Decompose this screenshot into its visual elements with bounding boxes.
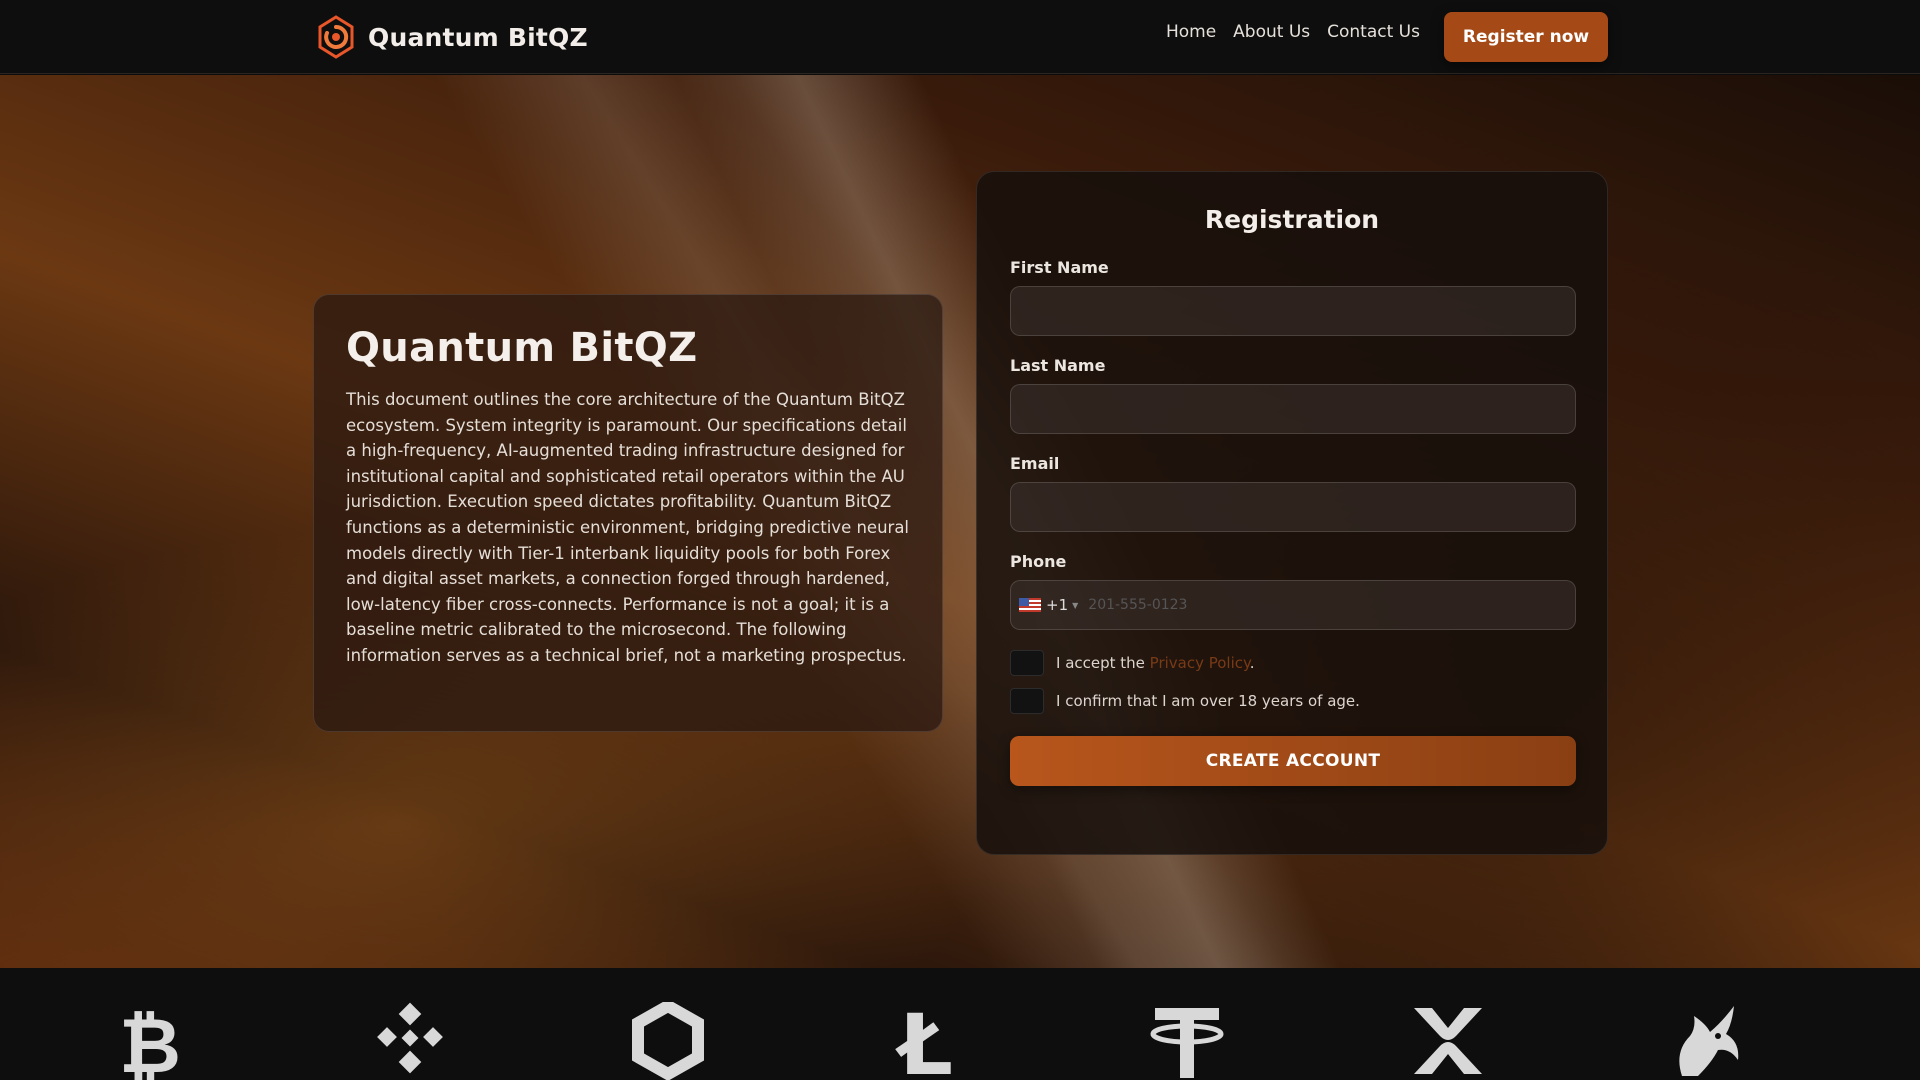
brand-name: Quantum BitQZ: [368, 22, 588, 52]
crypto-logos-strip: ₿ Ł: [0, 968, 1920, 1080]
uniswap-icon: [1668, 1002, 1748, 1080]
svg-text:₿: ₿: [119, 1002, 181, 1080]
phone-label: Phone: [1010, 552, 1067, 571]
last-name-label: Last Name: [1010, 356, 1106, 375]
litecoin-icon: Ł: [886, 996, 966, 1080]
phone-input[interactable]: +1 ▼ 201-555-0123: [1010, 580, 1576, 630]
registration-form: Registration First Name Last Name Email …: [976, 171, 1608, 855]
email-input[interactable]: [1010, 482, 1576, 532]
privacy-prefix: I accept the: [1056, 654, 1150, 672]
nav-home-link[interactable]: Home: [1166, 22, 1216, 42]
xrp-icon: [1408, 1002, 1488, 1080]
binance-icon: [370, 1002, 450, 1080]
chevron-down-icon[interactable]: ▼: [1072, 601, 1078, 610]
info-title: Quantum BitQZ: [346, 325, 698, 371]
brand[interactable]: Quantum BitQZ: [312, 13, 588, 61]
quantum-logo-icon: [318, 15, 354, 59]
email-label: Email: [1010, 454, 1060, 473]
register-now-button[interactable]: Register now: [1444, 12, 1608, 62]
privacy-label: I accept the Privacy Policy.: [1056, 654, 1255, 672]
registration-title: Registration: [1204, 205, 1380, 234]
nav-about-link[interactable]: About Us: [1233, 22, 1310, 42]
info-card: Quantum BitQZ This document outlines the…: [313, 294, 943, 732]
hero-section: Quantum BitQZ This document outlines the…: [0, 75, 1920, 968]
svg-text:Ł: Ł: [895, 1002, 953, 1080]
privacy-row: I accept the Privacy Policy.: [1010, 650, 1574, 676]
nav-contact-link[interactable]: Contact Us: [1327, 22, 1420, 42]
age-row: I confirm that I am over 18 years of age…: [1010, 688, 1574, 714]
top-header: Quantum BitQZ Home About Us Contact Us R…: [0, 0, 1920, 74]
us-flag-icon[interactable]: [1019, 598, 1041, 612]
info-body: This document outlines the core architec…: [346, 390, 910, 665]
privacy-suffix: .: [1249, 654, 1255, 672]
privacy-policy-link[interactable]: Privacy Policy: [1150, 654, 1250, 672]
first-name-label: First Name: [1010, 258, 1109, 277]
main-nav: Home About Us Contact Us: [1166, 22, 1420, 42]
chainlink-icon: [628, 999, 708, 1080]
bitcoin-icon: ₿: [110, 1001, 190, 1080]
age-checkbox[interactable]: [1010, 688, 1044, 714]
last-name-input[interactable]: [1010, 384, 1576, 434]
dial-code[interactable]: +1: [1046, 596, 1068, 614]
create-account-button[interactable]: CREATE ACCOUNT: [1010, 736, 1576, 786]
privacy-checkbox[interactable]: [1010, 650, 1044, 676]
phone-placeholder: 201-555-0123: [1088, 597, 1188, 613]
tether-icon: [1147, 1002, 1227, 1080]
age-label: I confirm that I am over 18 years of age…: [1056, 692, 1360, 710]
first-name-input[interactable]: [1010, 286, 1576, 336]
